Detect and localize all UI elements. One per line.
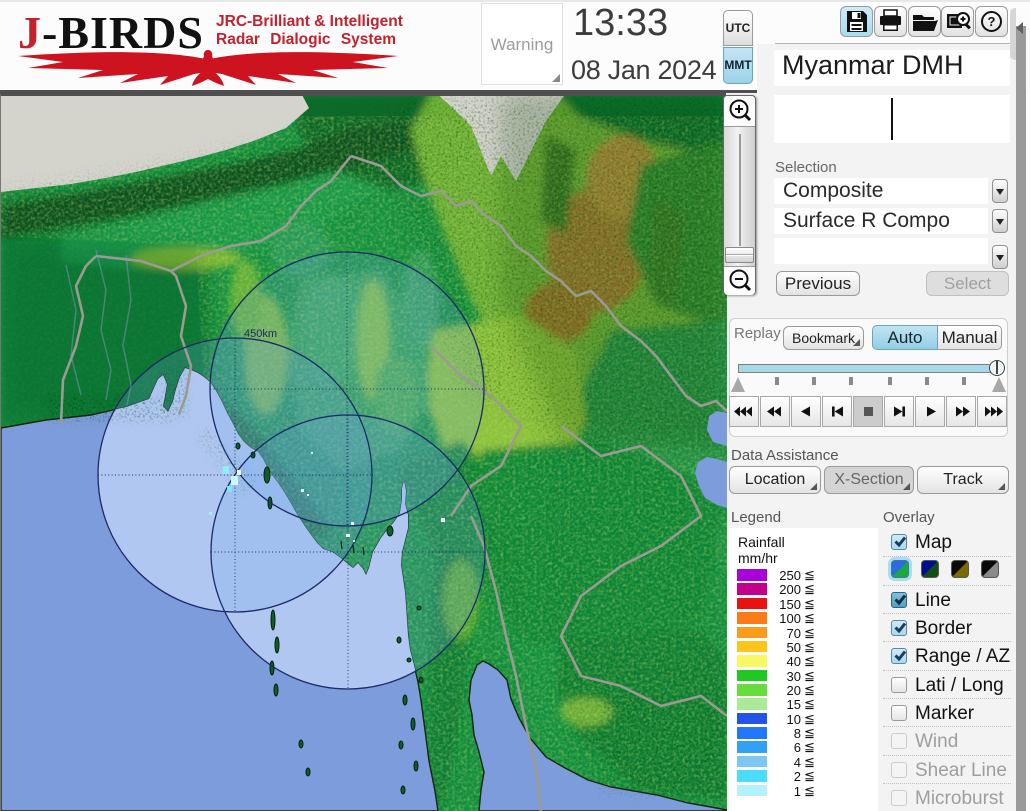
svg-text:?: ? <box>988 14 996 29</box>
svg-text:450km: 450km <box>244 328 277 340</box>
